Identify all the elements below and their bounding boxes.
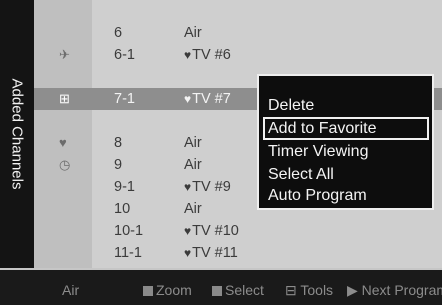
next-program-hint[interactable]: ▶ Next Program (347, 282, 442, 299)
heart-icon: ♥ (59, 135, 67, 150)
tools-hint[interactable]: ⊟ Tools (285, 282, 333, 299)
favorite-heart-icon: ♥ (184, 180, 192, 194)
channel-row[interactable]: 6 Air (34, 22, 442, 44)
channel-name: ♥TV #7 (184, 91, 231, 107)
channel-name: Air (184, 201, 202, 217)
favorite-heart-icon: ♥ (184, 92, 192, 106)
channel-number: 8 (114, 135, 123, 151)
clock-icon: ◷ (59, 157, 71, 172)
channel-number: 7-1 (114, 91, 135, 107)
channel-number: 10 (114, 201, 131, 217)
menu-item-auto-program[interactable]: Auto Program (263, 184, 429, 207)
favorite-heart-icon: ♥ (184, 48, 192, 62)
channel-name: ♥TV #10 (184, 223, 239, 239)
menu-item-delete[interactable]: Delete (263, 94, 429, 117)
channel-number: 9 (114, 157, 123, 173)
sidebar-title: Added Channels (8, 78, 26, 190)
lock-icon: ✈ (59, 47, 70, 62)
add-channel-icon: ⊞ (59, 91, 70, 106)
channel-name: Air (184, 135, 202, 151)
channel-row[interactable]: 10-1 ♥TV #10 (34, 220, 442, 242)
channel-row[interactable]: ✈ 6-1 ♥TV #6 (34, 44, 442, 66)
play-icon: ▶ (347, 282, 362, 298)
select-hint[interactable]: Select (212, 282, 264, 298)
favorite-heart-icon: ♥ (184, 224, 192, 238)
tools-popup-menu: Delete Add to Favorite Timer Viewing Sel… (257, 74, 434, 210)
menu-item-select-all[interactable]: Select All (263, 163, 429, 186)
channel-name: Air (184, 157, 202, 173)
green-key-icon (212, 286, 222, 296)
channel-list-screen: Added Channels 6 Air ✈ 6-1 ♥TV #6 ⊞ 7-1 … (0, 0, 442, 305)
channel-number: 6 (114, 25, 123, 41)
menu-item-timer-viewing[interactable]: Timer Viewing (263, 140, 429, 163)
channel-number: 9-1 (114, 179, 135, 195)
menu-item-add-to-favorite[interactable]: Add to Favorite (263, 117, 429, 140)
channel-name: Air (184, 25, 202, 41)
channel-number: 10-1 (114, 223, 144, 239)
channel-number: 11-1 (114, 245, 142, 261)
sidebar-tab[interactable]: Added Channels (0, 0, 34, 268)
button-guide-bar: Air Zoom Select ⊟ Tools ▶ Next Program (0, 270, 442, 305)
antenna-source-label: Air (62, 282, 80, 298)
channel-row[interactable]: 11-1 ♥TV #11 (34, 242, 442, 264)
zoom-hint[interactable]: Zoom (143, 282, 192, 298)
tools-icon: ⊟ (285, 282, 301, 298)
channel-name: ♥TV #9 (184, 179, 231, 195)
channel-name: ♥TV #6 (184, 47, 231, 63)
channel-number: 6-1 (114, 47, 135, 63)
favorite-heart-icon: ♥ (184, 246, 192, 260)
red-key-icon (143, 286, 153, 296)
channel-name: ♥TV #11 (184, 245, 238, 261)
